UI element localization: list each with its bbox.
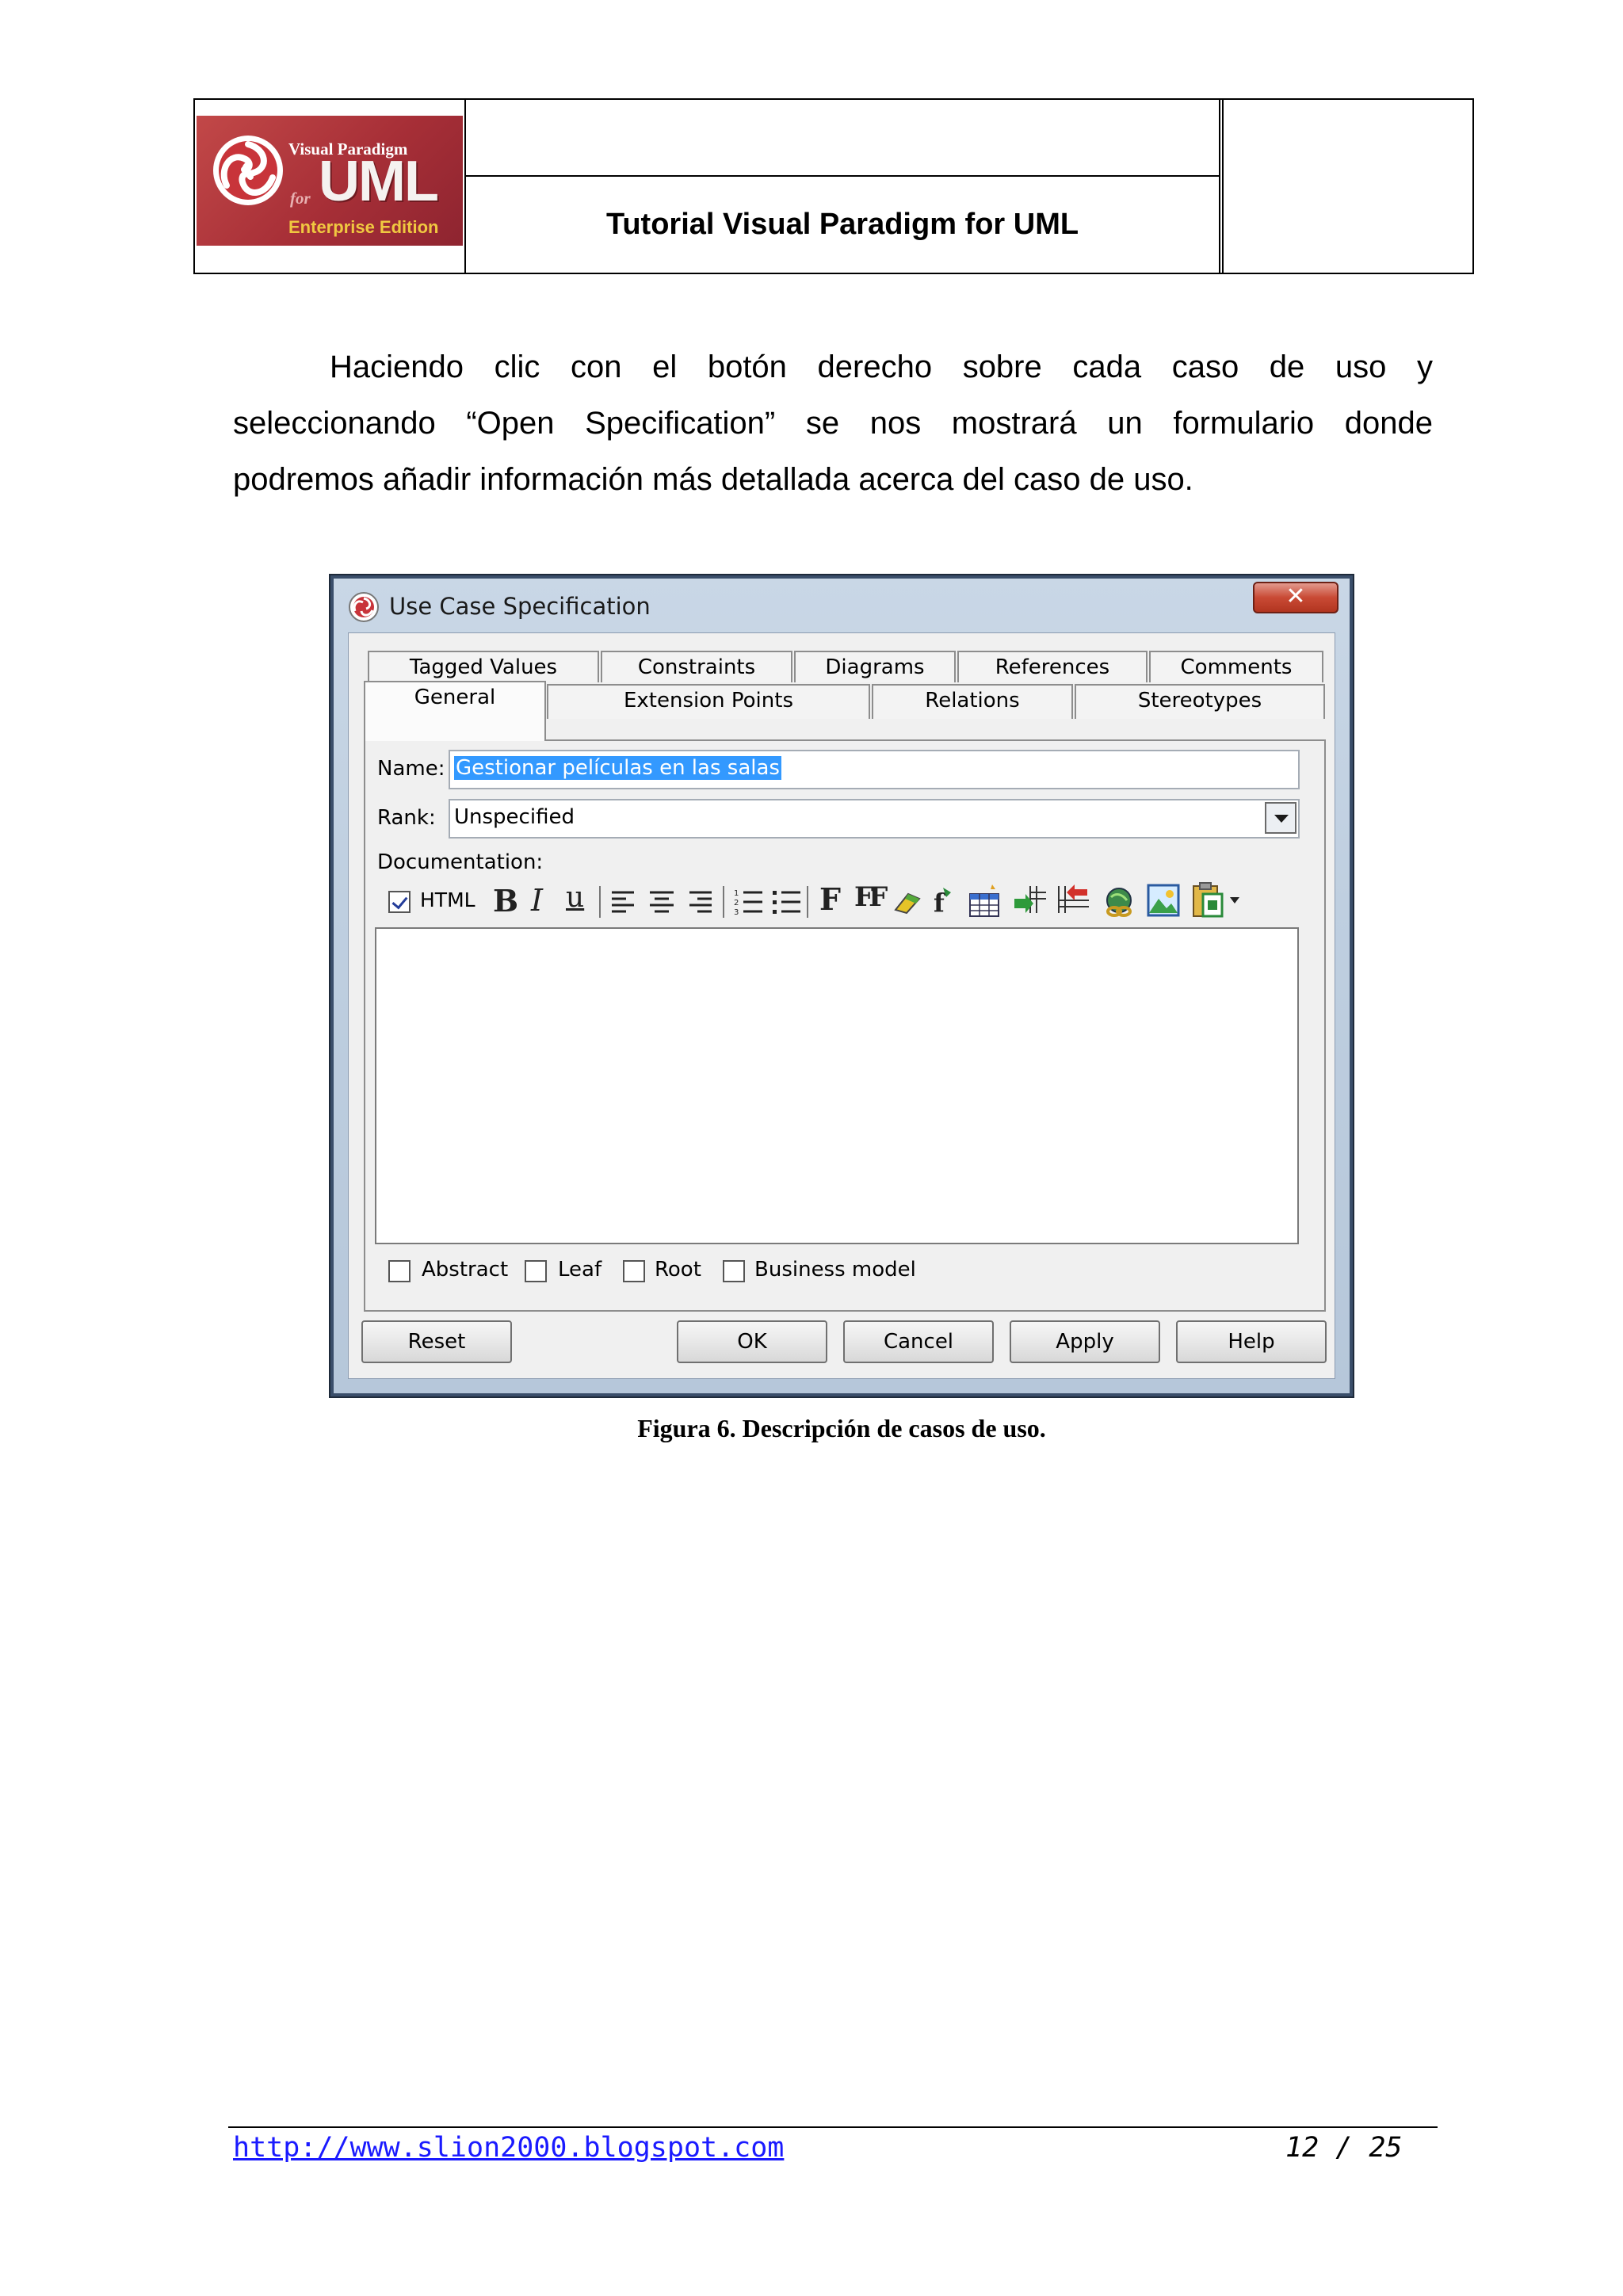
svg-text:f: f [934, 888, 946, 916]
insert-image-icon[interactable] [1146, 883, 1181, 918]
numbered-list-icon[interactable]: 123 [734, 888, 764, 916]
visual-paradigm-logo: Visual Paradigm for UML Enterprise Editi… [197, 116, 463, 246]
paste-icon[interactable] [1190, 880, 1225, 919]
body-paragraph: Haciendo clic con el botón derecho sobre… [233, 339, 1433, 508]
tab-stereotypes[interactable]: Stereotypes [1075, 684, 1325, 719]
tab-tagged-values[interactable]: Tagged Values [368, 651, 599, 682]
paragraph-line: podremos añadir información más detallad… [233, 462, 1193, 497]
font-icon[interactable]: F [819, 881, 841, 917]
svg-text:3: 3 [734, 908, 739, 916]
insert-row-icon[interactable] [1010, 881, 1048, 918]
abstract-label: Abstract [422, 1258, 509, 1282]
paragraph-line: seleccionando “Open Specification” se no… [233, 406, 1433, 441]
close-icon: ✕ [1285, 583, 1306, 610]
tab-references[interactable]: References [957, 651, 1148, 682]
document-title: Tutorial Visual Paradigm for UML [605, 208, 1079, 241]
rank-label: Rank: [377, 806, 436, 830]
html-checkbox[interactable] [388, 891, 411, 913]
logo-text: UML [319, 150, 439, 213]
documentation-editor[interactable] [375, 927, 1299, 1244]
insert-table-icon[interactable] [967, 883, 1002, 918]
paragraph-line: Haciendo clic con el botón derecho sobre… [330, 350, 1433, 384]
tab-general[interactable]: General [364, 681, 546, 741]
tab-constraints[interactable]: Constraints [601, 651, 792, 682]
rank-select[interactable]: Unspecified [449, 799, 1300, 839]
footer-divider [228, 2126, 1438, 2128]
chevron-down-icon[interactable] [1265, 802, 1296, 834]
delete-row-icon[interactable] [1054, 881, 1092, 918]
header-divider [1222, 98, 1224, 274]
tab-extension-points[interactable]: Extension Points [547, 684, 870, 719]
highlight-icon[interactable] [892, 888, 924, 916]
help-button[interactable]: Help [1176, 1320, 1327, 1363]
tab-comments[interactable]: Comments [1149, 651, 1323, 682]
documentation-label: Documentation: [377, 850, 544, 874]
underline-icon[interactable]: u [566, 881, 584, 914]
chevron-down-icon[interactable] [1228, 896, 1241, 905]
align-center-icon[interactable] [648, 889, 675, 915]
name-label: Name: [377, 757, 445, 781]
toolbar-separator [599, 886, 601, 918]
abstract-checkbox[interactable] [388, 1260, 411, 1282]
swirl-logo-icon [213, 136, 283, 205]
app-icon [349, 592, 379, 622]
name-input-value: Gestionar películas en las salas [454, 756, 781, 780]
tab-relations[interactable]: Relations [872, 684, 1073, 719]
tab-diagrams[interactable]: Diagrams [794, 651, 956, 682]
svg-text:2: 2 [734, 899, 739, 907]
logo-text: Enterprise Edition [288, 217, 439, 237]
italic-icon[interactable]: I [531, 883, 543, 918]
root-label: Root [655, 1258, 701, 1282]
reset-button[interactable]: Reset [361, 1320, 512, 1363]
ok-button[interactable]: OK [677, 1320, 827, 1363]
toolbar-separator [807, 886, 808, 918]
cancel-button[interactable]: Cancel [843, 1320, 994, 1363]
header-divider [466, 175, 1219, 177]
dialog-title: Use Case Specification [389, 593, 651, 620]
logo-text: for [290, 189, 311, 208]
bullet-list-icon[interactable] [772, 888, 802, 916]
bold-icon[interactable]: B [493, 883, 518, 919]
name-input[interactable]: Gestionar películas en las salas [449, 750, 1300, 789]
page-number: 12 / 25 [1285, 2132, 1403, 2164]
business-model-label: Business model [754, 1258, 916, 1282]
font-size-icon[interactable]: FF [854, 881, 888, 913]
leaf-checkbox[interactable] [525, 1260, 547, 1282]
text-color-icon[interactable]: f [929, 884, 956, 916]
svg-text:1: 1 [734, 889, 739, 898]
root-checkbox[interactable] [623, 1260, 645, 1282]
header-divider [464, 98, 466, 274]
insert-link-icon[interactable] [1102, 886, 1136, 918]
business-model-checkbox[interactable] [723, 1260, 745, 1282]
page-header: Visual Paradigm for UML Enterprise Editi… [193, 98, 1474, 274]
close-button[interactable]: ✕ [1253, 582, 1338, 613]
apply-button[interactable]: Apply [1010, 1320, 1160, 1363]
align-left-icon[interactable] [610, 889, 637, 915]
align-right-icon[interactable] [686, 889, 713, 915]
footer-link[interactable]: http://www.slion2000.blogspot.com [233, 2132, 784, 2164]
figure-caption: Figura 6. Descripción de casos de uso. [637, 1414, 1046, 1442]
html-label: HTML [420, 888, 475, 911]
header-divider [1219, 98, 1220, 274]
toolbar-separator [723, 886, 724, 918]
rank-select-value: Unspecified [454, 805, 575, 829]
leaf-label: Leaf [558, 1258, 602, 1282]
